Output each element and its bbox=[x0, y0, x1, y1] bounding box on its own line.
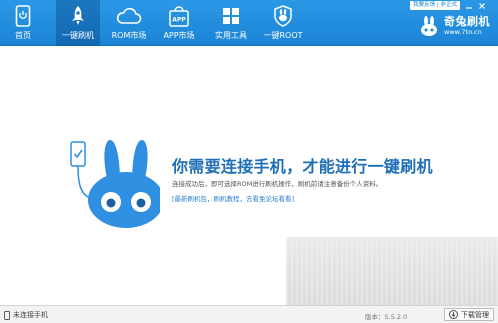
connect-description: 连接成功后，即可选择ROM进行刷机操作，刷机前请注意备份个人资料。 bbox=[172, 180, 383, 188]
svg-text:APP: APP bbox=[172, 17, 186, 24]
nav-root-label: 一键ROOT bbox=[263, 31, 303, 40]
windows-grid-icon bbox=[221, 4, 241, 28]
nav-tools-label: 实用工具 bbox=[215, 31, 247, 40]
nav-home-label: 首页 bbox=[15, 31, 31, 40]
phone-icon bbox=[15, 4, 31, 28]
nav-one-click-root[interactable]: 一键ROOT bbox=[258, 0, 308, 46]
status-bar: 未连接手机 版本：5.5.2.0 下载管理 bbox=[0, 305, 498, 323]
connection-status: 未连接手机 bbox=[13, 311, 48, 319]
window-controls: 我要反馈 | 非正式 bbox=[410, 0, 486, 11]
cloud-icon bbox=[116, 4, 142, 28]
nav-home[interactable]: 首页 bbox=[0, 0, 46, 46]
shield-rabbit-icon bbox=[273, 4, 293, 28]
top-toolbar: 首页 一键刷机 ROM市场 APP APP市场 实用工具 一键ROOT 我要反馈… bbox=[0, 0, 498, 46]
download-manager-button[interactable]: 下载管理 bbox=[444, 308, 494, 321]
nav-one-click-flash[interactable]: 一键刷机 bbox=[56, 0, 100, 46]
download-button-label: 下载管理 bbox=[461, 310, 489, 319]
minimize-icon bbox=[465, 6, 472, 9]
nav-rom-market[interactable]: ROM市场 bbox=[104, 0, 154, 46]
brand-logo: 奇兔刷机 www.7to.cn bbox=[418, 15, 490, 37]
main-panel: 你需要连接手机，才能进行一键刷机 连接成功后，即可选择ROM进行刷机操作，刷机前… bbox=[0, 47, 498, 305]
app-bag-icon: APP bbox=[168, 4, 190, 28]
close-button[interactable] bbox=[477, 1, 486, 10]
rocket-icon bbox=[69, 4, 87, 28]
version-label: 版本：5.5.2.0 bbox=[365, 313, 408, 321]
nav-app-market[interactable]: APP APP市场 bbox=[158, 0, 200, 46]
minimize-button[interactable] bbox=[464, 1, 473, 10]
brand-name: 奇兔刷机 bbox=[444, 15, 490, 29]
brand-url: www.7to.cn bbox=[444, 28, 482, 37]
phone-status-icon bbox=[4, 310, 10, 320]
rabbit-mascot-icon bbox=[70, 132, 164, 254]
help-links[interactable]: [最新刷机包，刷机教程，去看免论坛看看] bbox=[172, 193, 294, 203]
connect-headline: 你需要连接手机，才能进行一键刷机 bbox=[172, 157, 433, 176]
feedback-button[interactable]: 我要反馈 | 非正式 bbox=[410, 1, 460, 10]
help-links-text[interactable]: [最新刷机包，刷机教程，去看免论坛看看] bbox=[172, 195, 294, 203]
nav-flash-label: 一键刷机 bbox=[62, 31, 94, 40]
watermark-block bbox=[286, 237, 498, 305]
download-icon bbox=[449, 310, 458, 319]
nav-tools[interactable]: 实用工具 bbox=[208, 0, 254, 46]
close-icon bbox=[478, 2, 485, 9]
rabbit-logo-icon bbox=[418, 15, 440, 37]
nav-app-label: APP市场 bbox=[163, 31, 195, 40]
nav-rom-label: ROM市场 bbox=[111, 31, 147, 40]
